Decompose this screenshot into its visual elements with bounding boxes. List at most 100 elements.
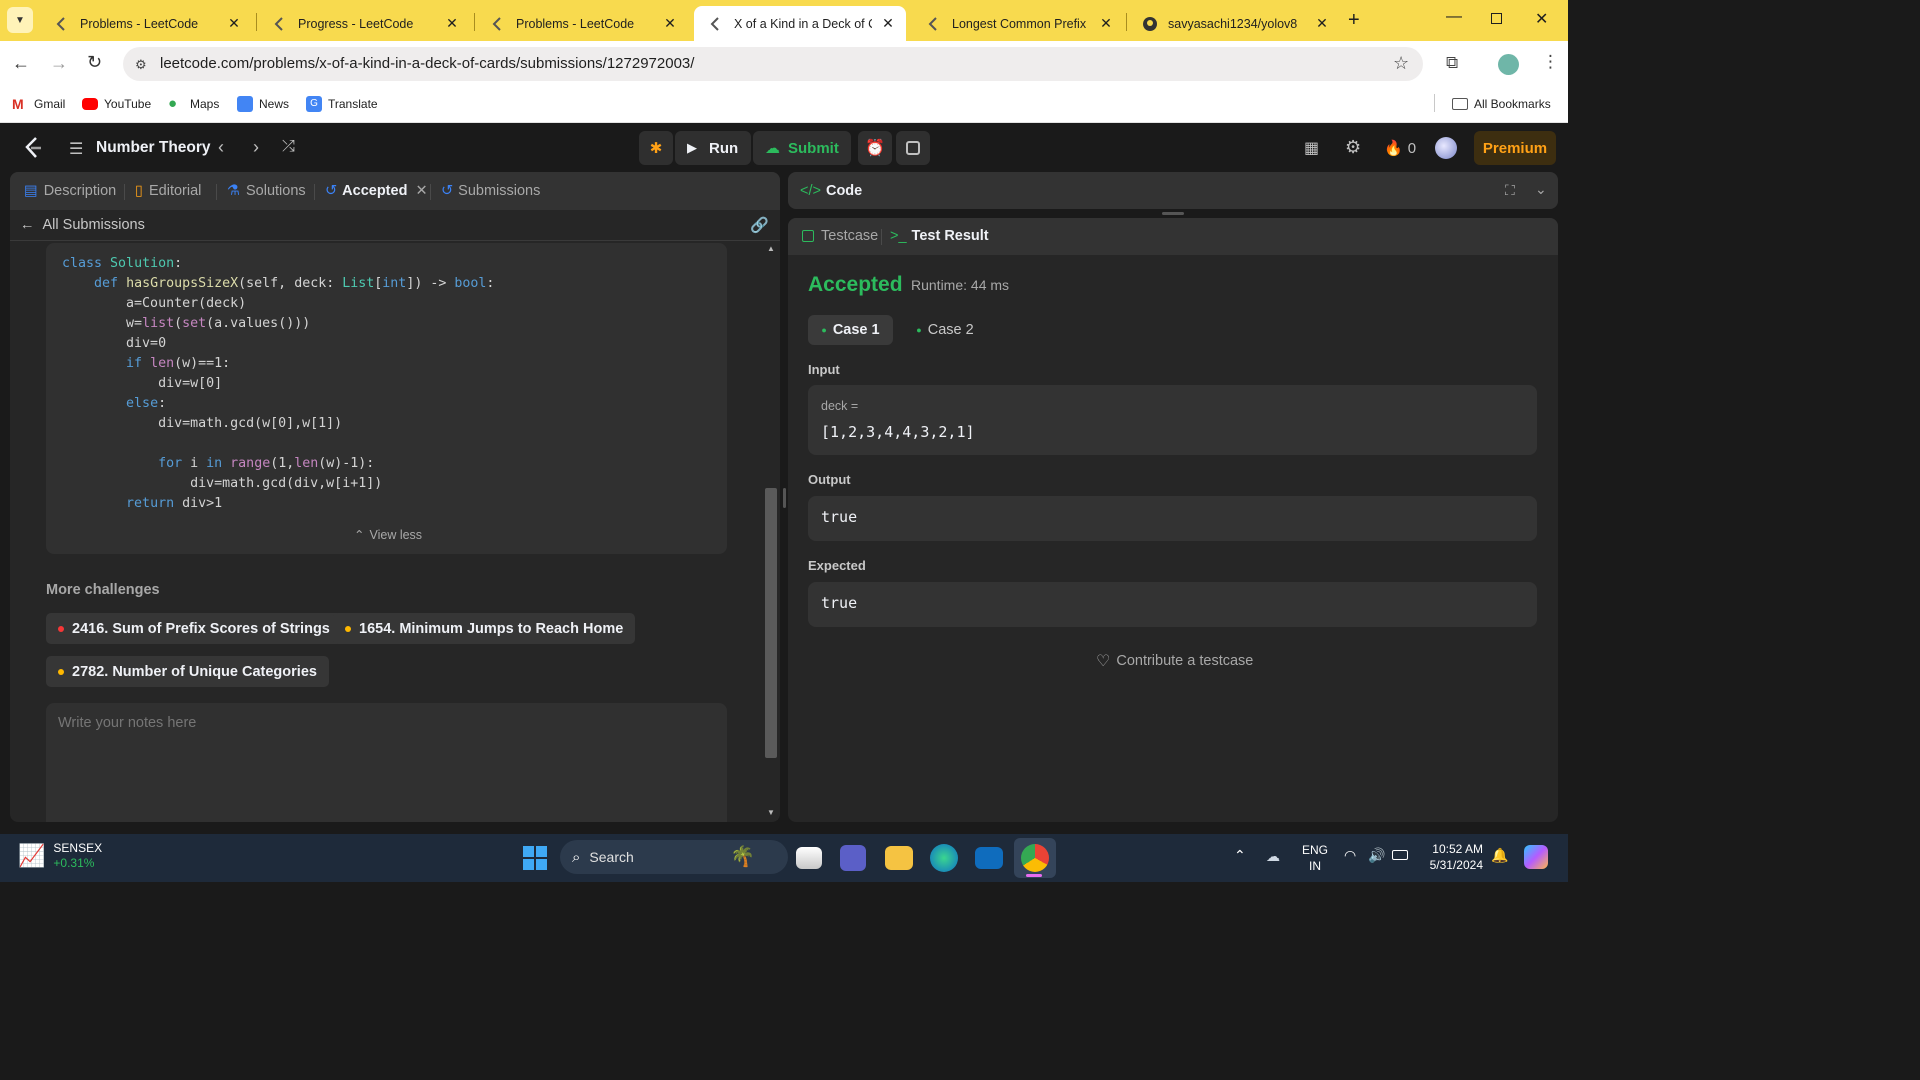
note-icon (906, 141, 920, 155)
edge-icon[interactable] (930, 844, 958, 872)
minimize-button[interactable]: — (1446, 8, 1462, 26)
browser-tab[interactable]: Progress - LeetCode ✕ (258, 6, 470, 41)
notes-button[interactable] (896, 131, 930, 165)
view-less-button[interactable]: ⌃ View less (354, 527, 422, 543)
scroll-down-arrow[interactable]: ▼ (767, 808, 775, 817)
divider (10, 240, 780, 241)
volume-icon[interactable]: 🔊 (1368, 847, 1385, 864)
challenge-chip[interactable]: 1654. Minimum Jumps to Reach Home (333, 613, 636, 644)
windows-start-icon[interactable] (523, 846, 547, 870)
close-icon[interactable]: ✕ (1314, 15, 1330, 32)
star-icon[interactable]: ☆ (1393, 53, 1409, 74)
profile-avatar[interactable] (1498, 54, 1519, 75)
browser-tab[interactable]: Problems - LeetCode ✕ (476, 6, 688, 41)
case-tab-1[interactable]: ● Case 1 (808, 315, 893, 345)
browser-tab[interactable]: Longest Common Prefix - L ✕ (912, 6, 1124, 41)
close-icon[interactable]: ✕ (662, 15, 678, 32)
bookmark-translate[interactable]: G Translate (306, 95, 378, 113)
user-avatar[interactable] (1435, 137, 1457, 159)
browser-tab[interactable]: savyasachi1234/yolov8 ✕ (1128, 6, 1340, 41)
tab-test-result[interactable]: >_ Test Result (890, 228, 989, 244)
bookmark-news[interactable]: News (237, 95, 289, 113)
expected-box (808, 582, 1537, 627)
tab-accepted[interactable]: ↺ Accepted ✕ (325, 183, 428, 199)
teams-icon[interactable] (840, 845, 866, 871)
url-text[interactable]: leetcode.com/problems/x-of-a-kind-in-a-d… (160, 55, 694, 72)
challenge-chip[interactable]: 2416. Sum of Prefix Scores of Strings (46, 613, 342, 644)
clock[interactable]: 10:52 AM 5/31/2024 (1420, 841, 1483, 873)
tab-description[interactable]: ▤ Description (24, 183, 116, 199)
mail-icon[interactable] (975, 847, 1003, 869)
back-to-submissions[interactable]: ← All Submissions (20, 217, 145, 233)
back-button[interactable]: ← (12, 53, 30, 74)
link-icon[interactable]: 🔗 (750, 216, 769, 234)
scroll-up-arrow[interactable]: ▲ (767, 244, 775, 253)
task-view-icon[interactable] (796, 847, 822, 869)
browser-tab[interactable]: Problems - LeetCode ✕ (40, 6, 252, 41)
code-line: else: (126, 396, 167, 411)
run-button[interactable]: ▶ Run (675, 131, 751, 165)
timer-button[interactable]: ⏰ (858, 131, 892, 165)
copilot-icon[interactable] (1524, 845, 1548, 869)
site-info-icon[interactable]: ⚙ (135, 57, 147, 73)
file-explorer-icon[interactable] (885, 846, 913, 870)
bookmark-youtube[interactable]: YouTube (82, 95, 151, 113)
chrome-icon[interactable] (1021, 844, 1049, 872)
premium-button[interactable]: Premium (1474, 131, 1556, 165)
panel-resize-handle[interactable] (783, 488, 786, 508)
bookmark-maps[interactable]: ● Maps (168, 95, 219, 113)
stock-widget[interactable]: 📈 SENSEX +0.31% (18, 841, 102, 871)
case-tab-2[interactable]: ● Case 2 (905, 315, 985, 345)
vertical-resize-handle[interactable] (1162, 212, 1184, 215)
onedrive-icon[interactable]: ☁ (1266, 848, 1280, 865)
problem-list-icon[interactable]: ☰ (69, 139, 83, 159)
contribute-testcase-link[interactable]: ♡ Contribute a testcase (1096, 651, 1253, 671)
scrollbar-thumb[interactable] (765, 488, 777, 758)
close-window-button[interactable]: ✕ (1535, 9, 1548, 29)
settings-gear-icon[interactable]: ⚙ (1345, 137, 1361, 158)
new-tab-button[interactable]: + (1348, 10, 1360, 30)
maximize-icon[interactable]: ⛶ (1505, 182, 1515, 199)
problem-list-title[interactable]: Number Theory (96, 139, 211, 157)
code-panel-title: </> Code (800, 183, 863, 199)
tab-search-button[interactable]: ▼ (7, 7, 33, 33)
output-value: true (821, 508, 858, 526)
tab-testcase[interactable]: Testcase (802, 228, 878, 244)
cloud-upload-icon: ☁ (765, 140, 780, 157)
tab-submissions[interactable]: ↺ Submissions (441, 183, 540, 199)
all-bookmarks[interactable]: All Bookmarks (1452, 95, 1551, 113)
notification-bell-icon[interactable]: 🔔 (1491, 847, 1508, 864)
trend-up-icon: 📈 (18, 843, 46, 868)
language-indicator[interactable]: ENG IN (1302, 842, 1328, 874)
tab-editorial[interactable]: ▯ Editorial (135, 183, 201, 199)
challenge-chip[interactable]: 2782. Number of Unique Categories (46, 656, 329, 687)
bookmark-gmail[interactable]: M Gmail (12, 95, 65, 113)
close-icon[interactable]: ✕ (880, 15, 896, 32)
shuffle-icon[interactable]: ⤮ (282, 138, 295, 156)
input-value: [1,2,3,4,4,3,2,1] (821, 423, 975, 441)
translate-icon: G (306, 96, 322, 112)
close-icon[interactable]: ✕ (1098, 15, 1114, 32)
restore-button[interactable] (1491, 13, 1502, 24)
close-tab-icon[interactable]: ✕ (415, 183, 427, 199)
notes-input[interactable] (46, 703, 727, 822)
prev-problem-icon[interactable]: ‹ (218, 137, 224, 158)
chevron-down-icon[interactable]: ⌄ (1535, 181, 1547, 198)
streak-counter[interactable]: 🔥 0 (1384, 139, 1416, 158)
wifi-icon[interactable]: ◠ (1344, 847, 1356, 864)
browser-tab-active[interactable]: X of a Kind in a Deck of Ca ✕ (694, 6, 906, 41)
reload-button[interactable]: ↻ (87, 52, 102, 73)
menu-icon[interactable]: ⋮ (1542, 52, 1559, 72)
show-hidden-icons[interactable]: ⌃ (1234, 847, 1246, 864)
close-icon[interactable]: ✕ (444, 15, 460, 32)
leetcode-logo[interactable] (22, 136, 44, 160)
debug-button[interactable]: ✱ (639, 131, 673, 165)
extensions-icon[interactable]: ⧉ (1446, 53, 1458, 73)
close-icon[interactable]: ✕ (226, 15, 242, 32)
tab-solutions[interactable]: ⚗ Solutions (227, 183, 306, 199)
forward-button[interactable]: → (50, 53, 68, 74)
battery-icon[interactable] (1392, 850, 1408, 860)
submit-button[interactable]: ☁ Submit (753, 131, 851, 165)
next-problem-icon[interactable]: › (253, 137, 259, 158)
layout-icon[interactable]: ▦ (1304, 138, 1319, 158)
